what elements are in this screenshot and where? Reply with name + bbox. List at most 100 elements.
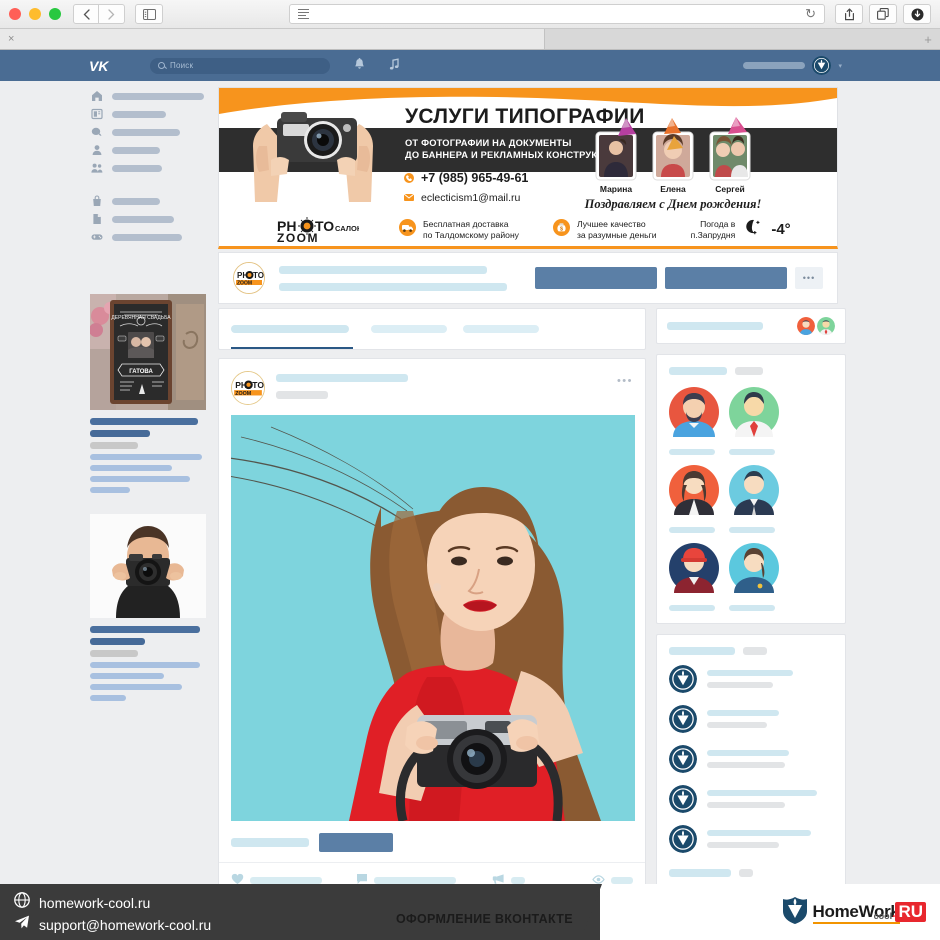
profile-message-button[interactable] [665,267,787,289]
sidebar-item-groups[interactable] [86,159,206,177]
group-row[interactable] [657,739,845,779]
friend-avatar-3[interactable] [669,465,719,519]
profile-more-button[interactable]: ••• [795,267,823,289]
friend-item[interactable] [669,465,719,533]
group-text-block [707,830,833,848]
group-avatar[interactable] [669,785,697,813]
vk-header-account[interactable]: ▾ [743,56,842,75]
wedding-chalkboard-photo[interactable]: ДЕРЕВЯННАЯ СВАДЬБА ГАТОВА [90,294,206,410]
tab-wall[interactable] [231,325,349,333]
sidebar-item-home[interactable] [86,87,206,105]
group-avatar[interactable] [669,705,697,733]
downloads-button[interactable] [903,4,931,24]
tab-info[interactable] [371,325,447,333]
svg-text:САЛОН: САЛОН [335,224,359,233]
address-bar[interactable]: ↻ [289,4,825,24]
tab-photos[interactable] [463,325,539,333]
sidebar-item-friends[interactable] [86,141,206,159]
games-controller-icon [90,231,103,244]
reader-view-icon[interactable] [298,8,309,20]
friend-avatar-6[interactable] [729,543,779,597]
post-caption-row [219,821,645,852]
friend-item[interactable] [669,543,719,611]
svg-text:ZOOM: ZOOM [237,281,252,287]
groups-widget-header [657,635,845,659]
sidebar-toggle-button[interactable] [135,4,163,24]
sidebar-item-docs[interactable] [86,210,206,228]
widget-thumbs[interactable] [797,317,835,335]
reload-icon[interactable]: ↻ [805,6,816,22]
vk-logo-icon[interactable]: VK [86,57,118,75]
friend-avatar-2[interactable] [729,387,779,441]
footer-email-label: support@homework-cool.ru [39,917,212,933]
widget-caption-lines [90,626,206,701]
search-input[interactable]: Поиск [150,57,330,74]
group-row[interactable] [657,779,845,819]
vk-top-header: VK Поиск ▾ [0,50,940,81]
group-row[interactable] [657,819,845,859]
sidebar-item-messages[interactable] [86,123,206,141]
avatar[interactable] [812,56,832,75]
caption-line [90,684,182,690]
friend-avatar-4[interactable] [729,465,779,519]
close-icon[interactable]: × [8,33,14,45]
friend-avatar-5[interactable] [669,543,719,597]
chevron-down-icon[interactable]: ▾ [838,62,842,70]
back-button[interactable] [73,4,99,24]
avatar[interactable]: PH TO ZOOM [231,371,265,405]
post-image[interactable] [231,415,635,821]
share-button[interactable] [835,4,863,24]
groups-icon [90,162,103,175]
maximize-window-button[interactable] [49,8,61,20]
profile-subscribe-button[interactable] [535,267,657,289]
group-avatar[interactable] [669,665,697,693]
feature-delivery: Бесплатная доставка по Талдомскому район… [399,218,519,241]
weather-label-2: п.Запрудня [690,229,736,240]
photozoom-logo[interactable]: PH TO САЛОН ZOOM [277,216,359,244]
friend-item[interactable] [729,387,779,455]
active-tab-indicator [231,347,353,349]
sidebar-item-label [112,197,160,205]
svg-text:eclecticism1@mail.ru: eclecticism1@mail.ru [421,192,521,204]
group-cover-banner[interactable]: УСЛУГИ ТИПОГРАФИИ ОТ ФОТОГРАФИИ НА ДОКУМ… [218,87,838,215]
post-more-button[interactable]: ••• [617,371,633,387]
forward-button[interactable] [99,4,125,24]
group-avatar[interactable] [669,825,697,853]
group-meta-placeholder [707,842,779,848]
svg-text:ГАТОВА: ГАТОВА [129,369,153,375]
right-column [656,308,846,940]
friends-icon [90,144,103,157]
friend-name-placeholder [729,449,775,455]
friend-item[interactable] [729,465,779,533]
group-row[interactable] [657,659,845,699]
photographer-photo[interactable] [90,514,206,618]
show-tabs-button[interactable] [869,4,897,24]
sidebar-item-news[interactable] [86,105,206,123]
svg-text:+7 (985) 965-49-61: +7 (985) 965-49-61 [421,171,528,185]
post-cta-button[interactable] [319,833,393,852]
sidebar-item-games[interactable] [86,228,206,246]
sidebar-item-label [112,164,162,172]
friend-item[interactable] [729,543,779,611]
minimize-window-button[interactable] [29,8,41,20]
svg-text:$: $ [560,226,563,232]
music-note-icon[interactable] [389,57,400,74]
browser-tab[interactable]: × [0,29,545,49]
thumb-avatar[interactable] [817,317,835,335]
footer-logo[interactable]: Home Work cool . RU [782,896,926,929]
group-meta-placeholder [707,722,767,728]
sidebar-item-market[interactable] [86,192,206,210]
notifications-bell-icon[interactable] [354,57,365,74]
logo-cool: cool [873,910,893,921]
close-window-button[interactable] [9,8,21,20]
new-tab-button[interactable]: + [916,29,940,49]
svg-text:ОТ ФОТОГРАФИИ НА ДОКУМЕНТЫ: ОТ ФОТОГРАФИИ НА ДОКУМЕНТЫ [405,138,572,148]
group-avatar[interactable] [669,745,697,773]
friend-avatar-1[interactable] [669,387,719,441]
friend-item[interactable] [669,387,719,455]
footer-email-row[interactable]: support@homework-cool.ru [14,914,211,936]
group-row[interactable] [657,699,845,739]
thumb-avatar[interactable] [797,317,815,335]
footer-site-row[interactable]: homework-cool.ru [14,892,211,914]
avatar[interactable]: PH TO ZOOM [233,262,265,294]
